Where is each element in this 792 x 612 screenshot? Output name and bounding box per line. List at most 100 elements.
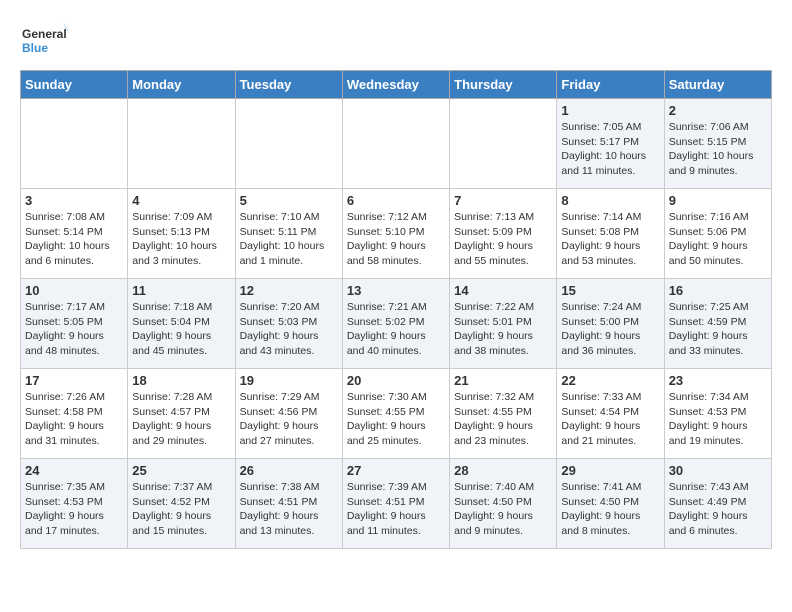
day-number: 27 [347,463,445,478]
day-info: Sunrise: 7:29 AM Sunset: 4:56 PM Dayligh… [240,390,338,449]
weekday-header: Friday [557,71,664,99]
day-info: Sunrise: 7:40 AM Sunset: 4:50 PM Dayligh… [454,480,552,539]
day-number: 17 [25,373,123,388]
day-info: Sunrise: 7:08 AM Sunset: 5:14 PM Dayligh… [25,210,123,269]
day-info: Sunrise: 7:20 AM Sunset: 5:03 PM Dayligh… [240,300,338,359]
calendar-cell: 25 Sunrise: 7:37 AM Sunset: 4:52 PM Dayli… [128,459,235,549]
day-number: 4 [132,193,230,208]
day-info: Sunrise: 7:33 AM Sunset: 4:54 PM Dayligh… [561,390,659,449]
day-info: Sunrise: 7:21 AM Sunset: 5:02 PM Dayligh… [347,300,445,359]
day-info: Sunrise: 7:32 AM Sunset: 4:55 PM Dayligh… [454,390,552,449]
day-info: Sunrise: 7:26 AM Sunset: 4:58 PM Dayligh… [25,390,123,449]
calendar-cell: 10 Sunrise: 7:17 AM Sunset: 5:05 PM Dayli… [21,279,128,369]
calendar-cell: 24Sunrise: 7:35 AM Sunset: 4:53 PM Dayli… [21,459,128,549]
calendar-cell [342,99,449,189]
day-info: Sunrise: 7:12 AM Sunset: 5:10 PM Dayligh… [347,210,445,269]
day-info: Sunrise: 7:39 AM Sunset: 4:51 PM Dayligh… [347,480,445,539]
day-info: Sunrise: 7:17 AM Sunset: 5:05 PM Dayligh… [25,300,123,359]
calendar-cell: 13 Sunrise: 7:21 AM Sunset: 5:02 PM Dayli… [342,279,449,369]
day-number: 7 [454,193,552,208]
day-info: Sunrise: 7:05 AM Sunset: 5:17 PM Dayligh… [561,120,659,179]
calendar-cell: 11 Sunrise: 7:18 AM Sunset: 5:04 PM Dayli… [128,279,235,369]
calendar-cell: 16 Sunrise: 7:25 AM Sunset: 4:59 PM Dayli… [664,279,771,369]
calendar-cell: 26Sunrise: 7:38 AM Sunset: 4:51 PM Dayli… [235,459,342,549]
calendar-week-row: 10 Sunrise: 7:17 AM Sunset: 5:05 PM Dayli… [21,279,772,369]
day-info: Sunrise: 7:34 AM Sunset: 4:53 PM Dayligh… [669,390,767,449]
day-number: 2 [669,103,767,118]
logo: General Blue [20,20,70,60]
day-number: 26 [240,463,338,478]
weekday-header: Wednesday [342,71,449,99]
calendar-cell: 1Sunrise: 7:05 AM Sunset: 5:17 PM Daylig… [557,99,664,189]
day-info: Sunrise: 7:14 AM Sunset: 5:08 PM Dayligh… [561,210,659,269]
day-info: Sunrise: 7:35 AM Sunset: 4:53 PM Dayligh… [25,480,123,539]
calendar-cell: 2 Sunrise: 7:06 AM Sunset: 5:15 PM Daylig… [664,99,771,189]
calendar-cell: 8 Sunrise: 7:14 AM Sunset: 5:08 PM Daylig… [557,189,664,279]
day-number: 19 [240,373,338,388]
weekday-header: Tuesday [235,71,342,99]
day-info: Sunrise: 7:41 AM Sunset: 4:50 PM Dayligh… [561,480,659,539]
day-info: Sunrise: 7:25 AM Sunset: 4:59 PM Dayligh… [669,300,767,359]
day-number: 23 [669,373,767,388]
day-info: Sunrise: 7:10 AM Sunset: 5:11 PM Dayligh… [240,210,338,269]
day-info: Sunrise: 7:22 AM Sunset: 5:01 PM Dayligh… [454,300,552,359]
day-number: 16 [669,283,767,298]
calendar-cell: 6 Sunrise: 7:12 AM Sunset: 5:10 PM Daylig… [342,189,449,279]
day-number: 29 [561,463,659,478]
calendar-cell: 9 Sunrise: 7:16 AM Sunset: 5:06 PM Daylig… [664,189,771,279]
day-number: 13 [347,283,445,298]
weekday-header: Thursday [450,71,557,99]
weekday-header: Saturday [664,71,771,99]
calendar-cell: 22Sunrise: 7:33 AM Sunset: 4:54 PM Dayli… [557,369,664,459]
weekday-header: Sunday [21,71,128,99]
day-number: 14 [454,283,552,298]
day-info: Sunrise: 7:24 AM Sunset: 5:00 PM Dayligh… [561,300,659,359]
day-number: 15 [561,283,659,298]
day-number: 30 [669,463,767,478]
weekday-header: Monday [128,71,235,99]
day-info: Sunrise: 7:16 AM Sunset: 5:06 PM Dayligh… [669,210,767,269]
calendar-week-row: 3Sunrise: 7:08 AM Sunset: 5:14 PM Daylig… [21,189,772,279]
header: General Blue [20,20,772,60]
calendar-cell: 30Sunrise: 7:43 AM Sunset: 4:49 PM Dayli… [664,459,771,549]
day-number: 12 [240,283,338,298]
day-number: 11 [132,283,230,298]
calendar-cell: 19 Sunrise: 7:29 AM Sunset: 4:56 PM Dayli… [235,369,342,459]
calendar-week-row: 24Sunrise: 7:35 AM Sunset: 4:53 PM Dayli… [21,459,772,549]
calendar-cell: 12 Sunrise: 7:20 AM Sunset: 5:03 PM Dayli… [235,279,342,369]
calendar-cell: 7 Sunrise: 7:13 AM Sunset: 5:09 PM Daylig… [450,189,557,279]
calendar-week-row: 1Sunrise: 7:05 AM Sunset: 5:17 PM Daylig… [21,99,772,189]
calendar-cell: 3Sunrise: 7:08 AM Sunset: 5:14 PM Daylig… [21,189,128,279]
calendar-table: SundayMondayTuesdayWednesdayThursdayFrid… [20,70,772,549]
calendar-cell [450,99,557,189]
day-number: 5 [240,193,338,208]
day-info: Sunrise: 7:06 AM Sunset: 5:15 PM Dayligh… [669,120,767,179]
day-number: 8 [561,193,659,208]
calendar-cell: 20Sunrise: 7:30 AM Sunset: 4:55 PM Dayli… [342,369,449,459]
calendar-cell [21,99,128,189]
calendar-cell: 23 Sunrise: 7:34 AM Sunset: 4:53 PM Dayli… [664,369,771,459]
day-number: 6 [347,193,445,208]
day-number: 28 [454,463,552,478]
calendar-cell: 27 Sunrise: 7:39 AM Sunset: 4:51 PM Dayli… [342,459,449,549]
calendar-cell: 29 Sunrise: 7:41 AM Sunset: 4:50 PM Dayli… [557,459,664,549]
calendar-cell: 4 Sunrise: 7:09 AM Sunset: 5:13 PM Daylig… [128,189,235,279]
calendar-cell: 17 Sunrise: 7:26 AM Sunset: 4:58 PM Dayli… [21,369,128,459]
calendar-cell [235,99,342,189]
svg-text:Blue: Blue [22,41,48,55]
svg-text:General: General [22,27,67,41]
day-number: 20 [347,373,445,388]
weekday-header-row: SundayMondayTuesdayWednesdayThursdayFrid… [21,71,772,99]
day-info: Sunrise: 7:13 AM Sunset: 5:09 PM Dayligh… [454,210,552,269]
day-number: 21 [454,373,552,388]
day-info: Sunrise: 7:09 AM Sunset: 5:13 PM Dayligh… [132,210,230,269]
calendar-cell: 21 Sunrise: 7:32 AM Sunset: 4:55 PM Dayli… [450,369,557,459]
day-info: Sunrise: 7:37 AM Sunset: 4:52 PM Dayligh… [132,480,230,539]
logo-svg: General Blue [20,20,70,60]
day-number: 10 [25,283,123,298]
day-number: 18 [132,373,230,388]
calendar-week-row: 17 Sunrise: 7:26 AM Sunset: 4:58 PM Dayli… [21,369,772,459]
day-number: 25 [132,463,230,478]
day-info: Sunrise: 7:18 AM Sunset: 5:04 PM Dayligh… [132,300,230,359]
day-number: 9 [669,193,767,208]
